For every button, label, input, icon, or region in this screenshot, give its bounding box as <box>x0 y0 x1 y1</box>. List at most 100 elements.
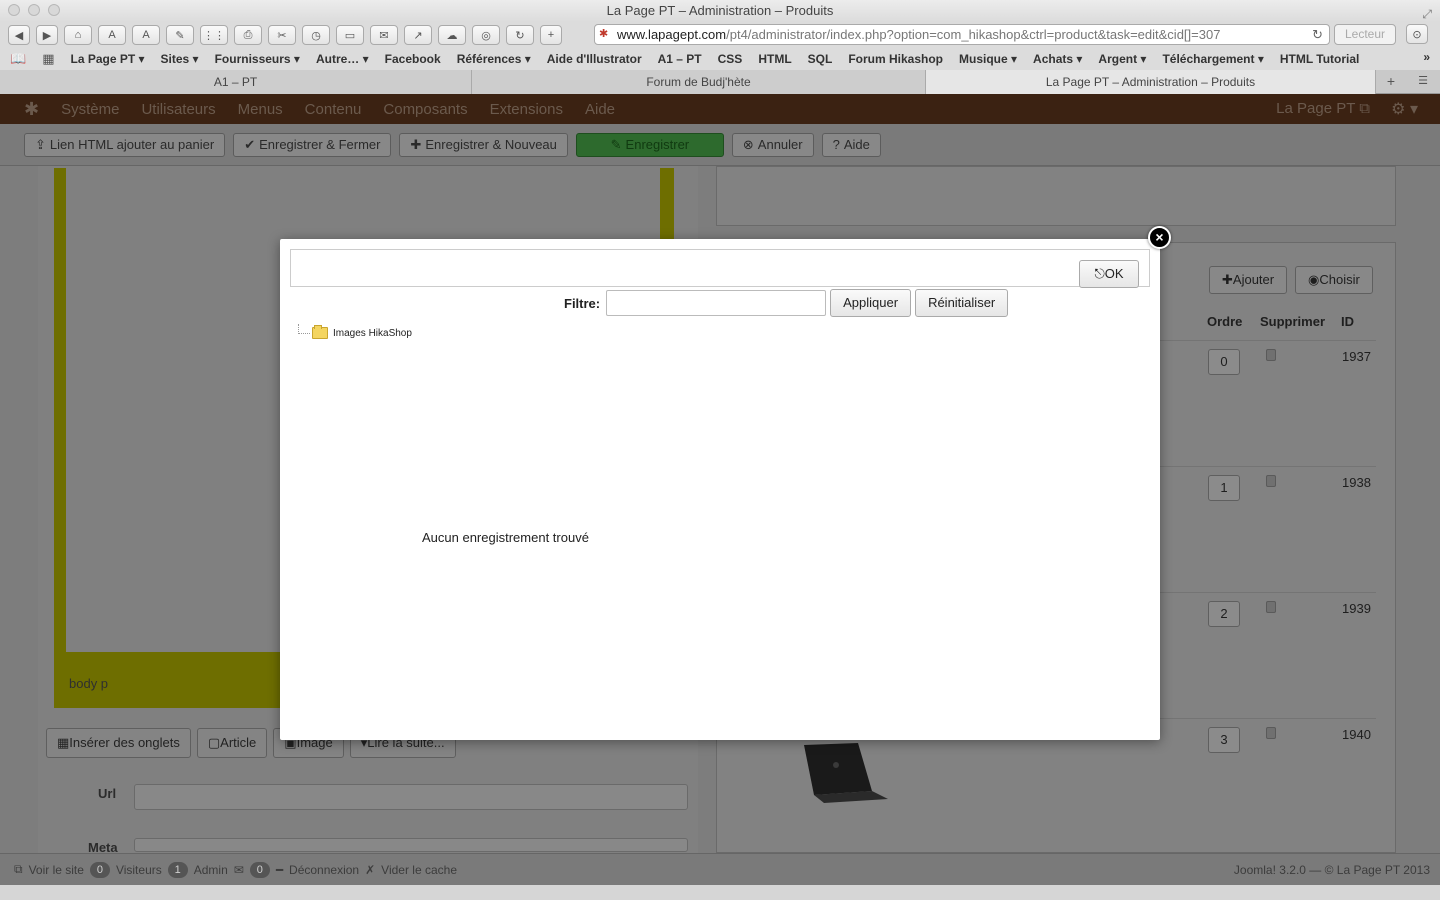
bookmark-item[interactable]: Aide d'Illustrator <box>547 52 642 66</box>
order-input[interactable]: 1 <box>1208 475 1240 501</box>
zoom-window-icon[interactable] <box>48 4 60 16</box>
cloud-icon[interactable]: ☁ <box>438 25 466 45</box>
meta-input[interactable] <box>134 838 688 852</box>
order-input[interactable]: 0 <box>1208 349 1240 375</box>
bookmark-item[interactable]: Facebook <box>385 52 441 66</box>
bookmark-item[interactable]: La Page PT ▾ <box>70 52 144 66</box>
menu-components[interactable]: Composants <box>383 101 467 118</box>
menu-extensions[interactable]: Extensions <box>490 101 563 118</box>
bookmark-item[interactable]: Sites ▾ <box>161 52 199 66</box>
delete-icon[interactable] <box>1266 349 1276 361</box>
logout-link[interactable]: Déconnexion <box>289 863 359 877</box>
reload-icon[interactable]: ↻ <box>1312 25 1323 44</box>
reader-button[interactable]: Lecteur <box>1334 24 1396 45</box>
tab-a1-pt[interactable]: A1 – PT <box>0 70 472 94</box>
bookmark-item[interactable]: Téléchargement ▾ <box>1162 52 1263 66</box>
bookmark-item[interactable]: Autre… ▾ <box>316 52 369 66</box>
window-controls[interactable] <box>8 4 60 16</box>
cancel-button[interactable]: ⊗ Annuler <box>731 132 814 157</box>
check-icon: ✔ <box>244 136 256 152</box>
site-link[interactable]: La Page PT ⧉ <box>1276 100 1370 117</box>
url-input[interactable] <box>134 784 688 810</box>
menu-menus[interactable]: Menus <box>238 101 283 118</box>
print-icon[interactable]: ⎙ <box>234 25 262 45</box>
save-button[interactable]: ✎ Enregistrer <box>575 132 724 157</box>
editor-path: body p <box>69 676 109 691</box>
admin-footer: ⧉ Voir le site 0 Visiteurs 1 Admin ✉ 0 ━… <box>0 853 1440 885</box>
view-site-link[interactable]: Voir le site <box>29 863 84 877</box>
joomla-logo-icon[interactable]: ✱ <box>24 99 39 120</box>
back-icon[interactable]: ◀ <box>8 25 30 45</box>
delete-icon[interactable] <box>1266 475 1276 487</box>
menu-content[interactable]: Contenu <box>305 101 362 118</box>
question-icon: ? <box>832 136 840 152</box>
choose-image-button[interactable]: ◉Choisir <box>1295 266 1373 294</box>
edit-icon[interactable]: ✎ <box>166 25 194 45</box>
bookmark-item[interactable]: Musique ▾ <box>959 52 1017 66</box>
tab-list-icon[interactable]: ☰ <box>1412 72 1434 91</box>
mail-icon[interactable]: ✉ <box>370 25 398 45</box>
delete-icon[interactable] <box>1266 601 1276 613</box>
close-window-icon[interactable] <box>8 4 20 16</box>
more-bookmarks-icon[interactable]: » <box>1423 50 1430 64</box>
new-tab-icon[interactable]: + <box>1378 72 1404 91</box>
bookmark-item[interactable]: Forum Hikashop <box>848 52 943 66</box>
menu-system[interactable]: Système <box>61 101 119 118</box>
minimize-window-icon[interactable] <box>28 4 40 16</box>
ok-button[interactable]: ⎋OK <box>1079 260 1139 288</box>
bookmark-item[interactable]: CSS <box>718 52 743 66</box>
history-icon[interactable]: ◷ <box>302 25 330 45</box>
clear-cache-link[interactable]: Vider le cache <box>381 863 457 877</box>
bookmark-item[interactable]: A1 – PT <box>658 52 702 66</box>
product-thumbnail[interactable] <box>800 741 888 803</box>
apply-button[interactable]: Appliquer <box>830 289 912 317</box>
tab-forum[interactable]: Forum de Budj'hète <box>472 70 926 94</box>
refresh-icon[interactable]: ↻ <box>506 25 534 45</box>
image-id: 1939 <box>1342 601 1371 616</box>
help-button[interactable]: ? Aide <box>821 132 881 157</box>
add-bookmark-icon[interactable]: + <box>540 25 562 45</box>
home-icon[interactable]: ⌂ <box>64 25 92 45</box>
reset-button[interactable]: Réinitialiser <box>915 289 1009 317</box>
downloads-icon[interactable]: ⊙ <box>1406 24 1428 44</box>
tab-administration[interactable]: La Page PT – Administration – Produits <box>926 70 1376 94</box>
filter-input[interactable] <box>606 290 827 316</box>
bookmark-item[interactable]: Références ▾ <box>457 52 531 66</box>
insert-tabs-button[interactable]: ▦Insérer des onglets <box>46 728 191 758</box>
bookmark-item[interactable]: Argent ▾ <box>1098 52 1146 66</box>
grid-icon[interactable]: ⋮⋮ <box>200 25 228 45</box>
order-input[interactable]: 3 <box>1208 727 1240 753</box>
choose-icon: ◉ <box>1308 272 1320 287</box>
top-sites-icon[interactable]: ▦ <box>42 51 54 67</box>
folder-icon[interactable] <box>312 325 328 339</box>
html-link-button[interactable]: ⇪ Lien HTML ajouter au panier <box>24 132 226 157</box>
save-close-button[interactable]: ✔ Enregistrer & Fermer <box>233 132 392 157</box>
cut-icon[interactable]: ✂ <box>268 25 296 45</box>
menu-help[interactable]: Aide <box>585 101 615 118</box>
cancel-icon: ⊗ <box>742 136 754 152</box>
order-input[interactable]: 2 <box>1208 601 1240 627</box>
share-icon[interactable]: ↗ <box>404 25 432 45</box>
bookmark-item[interactable]: SQL <box>808 52 833 66</box>
font-larger-icon[interactable]: A <box>132 25 160 45</box>
url-label: Url <box>98 786 117 801</box>
bookmark-item[interactable]: Fournisseurs ▾ <box>215 52 300 66</box>
reading-list-icon[interactable]: ▭ <box>336 25 364 45</box>
forward-icon[interactable]: ▶ <box>36 25 58 45</box>
reading-list-icon[interactable]: 📖 <box>10 51 26 67</box>
save-new-button[interactable]: ✚ Enregistrer & Nouveau <box>399 132 568 157</box>
bookmark-item[interactable]: HTML <box>758 52 791 66</box>
folder-label[interactable]: Images HikaShop <box>333 328 412 339</box>
delete-icon[interactable] <box>1266 727 1276 739</box>
add-icon: ✚ <box>1222 272 1233 287</box>
address-bar[interactable]: ✱ www.lapagept.com/pt4/administrator/ind… <box>594 24 1330 45</box>
add-image-button[interactable]: ✚Ajouter <box>1209 266 1288 294</box>
bookmark-item[interactable]: Achats ▾ <box>1033 52 1082 66</box>
font-smaller-icon[interactable]: A <box>98 25 126 45</box>
article-button[interactable]: ▢Article <box>196 728 268 758</box>
menu-users[interactable]: Utilisateurs <box>141 101 215 118</box>
stop-icon[interactable]: ◎ <box>472 25 500 45</box>
gear-icon[interactable]: ⚙ ▾ <box>1391 99 1418 119</box>
close-modal-icon[interactable]: × <box>1148 226 1171 249</box>
bookmark-item[interactable]: HTML Tutorial <box>1280 52 1360 66</box>
